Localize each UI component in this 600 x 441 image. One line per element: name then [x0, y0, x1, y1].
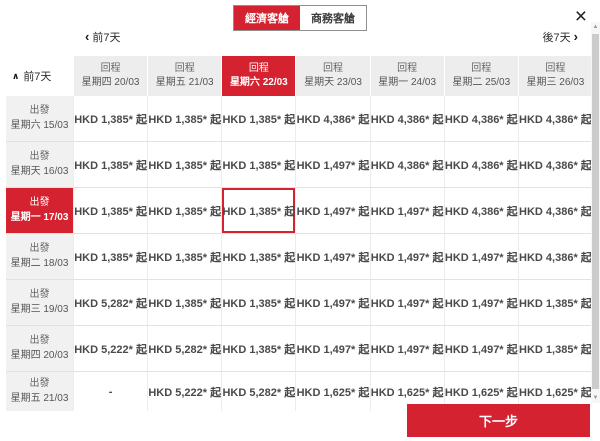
scrollbar-thumb[interactable]: [592, 34, 599, 389]
fare-cell[interactable]: HKD 1,497* 起: [295, 142, 370, 188]
return-date-header: 回程 星期三 26/03: [517, 56, 592, 96]
fare-cell[interactable]: HKD 1,385* 起: [147, 142, 222, 188]
fare-cell[interactable]: HKD 1,385* 起: [147, 234, 222, 280]
fare-cell[interactable]: HKD 4,386* 起: [443, 96, 518, 142]
table-row: 出發 星期天 16/03 HKD 1,385* 起 HKD 1,385* 起 HK…: [6, 142, 592, 188]
fare-cell[interactable]: HKD 1,497* 起: [295, 280, 370, 326]
fare-cell[interactable]: HKD 4,386* 起: [517, 234, 592, 280]
corner-label: 前7天: [23, 71, 52, 83]
chevron-left-icon: ‹: [85, 29, 90, 44]
chevron-right-icon: ›: [573, 29, 578, 44]
fare-cell[interactable]: HKD 1,497* 起: [295, 188, 370, 234]
return-date-header: 回程 星期四 20/03: [73, 56, 148, 96]
fare-cell[interactable]: HKD 1,385* 起: [517, 326, 592, 372]
fare-cell[interactable]: HKD 1,385* 起: [73, 234, 148, 280]
fare-cell[interactable]: HKD 1,497* 起: [443, 326, 518, 372]
fare-cell[interactable]: HKD 1,385* 起: [147, 280, 222, 326]
return-date-header: 回程 星期一 24/03: [369, 56, 444, 96]
fare-cell[interactable]: HKD 1,385* 起: [221, 326, 296, 372]
departure-date-header: 出發 星期四 20/03: [6, 326, 73, 372]
fare-cell[interactable]: HKD 4,386* 起: [295, 96, 370, 142]
fare-cell[interactable]: HKD 1,385* 起: [221, 142, 296, 188]
tab-business-class[interactable]: 商務客艙: [300, 6, 366, 30]
fare-cell[interactable]: HKD 1,385* 起: [73, 188, 148, 234]
table-row: 出發 星期六 15/03 HKD 1,385* 起 HKD 1,385* 起 HK…: [6, 96, 592, 142]
departure-date-header-selected: 出發 星期一 17/03: [6, 188, 73, 234]
return-date-header: 回程 星期五 21/03: [147, 56, 222, 96]
collapse-prev-7-days-button[interactable]: ∧ 前7天: [6, 56, 73, 96]
selected-fare-cell[interactable]: HKD 1,385* 起: [221, 188, 296, 234]
fare-cell[interactable]: HKD 5,282* 起: [221, 372, 296, 411]
fare-cell[interactable]: HKD 1,385* 起: [73, 96, 148, 142]
prev-7-days-button[interactable]: ‹ 前7天: [85, 29, 121, 45]
fare-cell[interactable]: HKD 1,385* 起: [147, 188, 222, 234]
prev-7-days-label: 前7天: [92, 32, 121, 44]
fare-cell[interactable]: HKD 1,497* 起: [443, 234, 518, 280]
table-row: 出發 星期二 18/03 HKD 1,385* 起 HKD 1,385* 起 HK…: [6, 234, 592, 280]
fare-cell[interactable]: HKD 1,385* 起: [147, 96, 222, 142]
fare-cell[interactable]: HKD 1,385* 起: [221, 280, 296, 326]
fare-cell[interactable]: HKD 4,386* 起: [443, 142, 518, 188]
table-row: 出發 星期三 19/03 HKD 5,282* 起 HKD 1,385* 起 HK…: [6, 280, 592, 326]
fare-cell[interactable]: HKD 5,222* 起: [147, 372, 222, 411]
fare-cell[interactable]: HKD 4,386* 起: [517, 142, 592, 188]
return-date-header: 回程 星期二 25/03: [443, 56, 518, 96]
chevron-up-icon: ∧: [12, 70, 20, 81]
fare-cell[interactable]: HKD 1,497* 起: [369, 326, 444, 372]
fare-cell[interactable]: -: [73, 372, 148, 411]
next-7-days-button[interactable]: 後7天 ›: [542, 29, 578, 45]
departure-date-header: 出發 星期天 16/03: [6, 142, 73, 188]
fare-cell[interactable]: HKD 1,385* 起: [73, 142, 148, 188]
table-row-selected: 出發 星期一 17/03 HKD 1,385* 起 HKD 1,385* 起 HK…: [6, 188, 592, 234]
return-date-header-selected: 回程 星期六 22/03: [221, 56, 296, 96]
departure-date-header: 出發 星期二 18/03: [6, 234, 73, 280]
fare-cell[interactable]: HKD 1,497* 起: [295, 234, 370, 280]
fare-cell[interactable]: HKD 1,497* 起: [295, 326, 370, 372]
departure-date-header: 出發 星期六 15/03: [6, 96, 73, 142]
close-icon[interactable]: ×: [575, 6, 587, 27]
departure-date-header: 出發 星期五 21/03: [6, 372, 73, 411]
fare-cell[interactable]: HKD 4,386* 起: [443, 188, 518, 234]
fare-cell[interactable]: HKD 4,386* 起: [517, 96, 592, 142]
fare-cell[interactable]: HKD 5,222* 起: [73, 326, 148, 372]
vertical-scrollbar[interactable]: ▲ ▼: [591, 22, 600, 403]
fare-cell[interactable]: HKD 4,386* 起: [369, 142, 444, 188]
next-step-button[interactable]: 下一步: [407, 404, 590, 437]
fare-cell[interactable]: HKD 1,497* 起: [369, 234, 444, 280]
fare-cell[interactable]: HKD 5,282* 起: [73, 280, 148, 326]
tab-economy-class[interactable]: 經濟客艙: [234, 6, 300, 30]
table-row: 出發 星期四 20/03 HKD 5,222* 起 HKD 5,282* 起 HK…: [6, 326, 592, 372]
fare-calendar-table: ∧ 前7天 回程 星期四 20/03 回程 星期五 21/03 回程 星期六 22/0…: [6, 56, 592, 411]
scroll-up-icon[interactable]: ▲: [591, 22, 600, 32]
fare-cell[interactable]: HKD 4,386* 起: [369, 96, 444, 142]
fare-cell[interactable]: HKD 1,497* 起: [369, 280, 444, 326]
fare-cell[interactable]: HKD 1,625* 起: [295, 372, 370, 411]
fare-cell[interactable]: HKD 4,386* 起: [517, 188, 592, 234]
fare-cell[interactable]: HKD 1,385* 起: [517, 280, 592, 326]
departure-date-header: 出發 星期三 19/03: [6, 280, 73, 326]
scroll-down-icon[interactable]: ▼: [591, 393, 600, 403]
next-7-days-label: 後7天: [542, 32, 571, 44]
fare-cell[interactable]: HKD 5,282* 起: [147, 326, 222, 372]
fare-cell[interactable]: HKD 1,385* 起: [221, 96, 296, 142]
cabin-class-tabs: 經濟客艙 商務客艙: [233, 5, 367, 31]
fare-cell[interactable]: HKD 1,497* 起: [443, 280, 518, 326]
fare-cell[interactable]: HKD 1,497* 起: [369, 188, 444, 234]
return-date-header: 回程 星期天 23/03: [295, 56, 370, 96]
fare-cell[interactable]: HKD 1,385* 起: [221, 234, 296, 280]
